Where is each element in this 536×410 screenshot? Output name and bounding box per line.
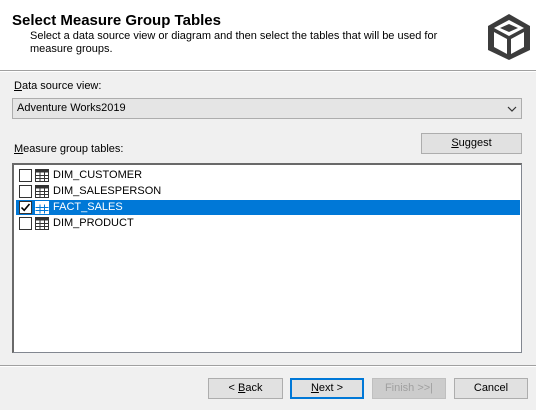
list-item-label: FACT_SALES bbox=[53, 201, 123, 213]
cancel-button[interactable]: Cancel bbox=[454, 378, 528, 399]
suggest-button[interactable]: Suggest bbox=[421, 133, 522, 154]
back-button[interactable]: < Back bbox=[208, 378, 283, 399]
data-source-view-combobox[interactable]: Adventure Works2019 bbox=[12, 98, 522, 119]
list-item[interactable]: DIM_SALESPERSON bbox=[16, 184, 520, 199]
finish-button[interactable]: Finish >>| bbox=[372, 378, 446, 399]
chevron-down-icon[interactable] bbox=[506, 103, 518, 115]
table-icon bbox=[35, 169, 49, 182]
table-icon bbox=[35, 185, 49, 198]
data-source-view-value: Adventure Works2019 bbox=[17, 102, 126, 114]
list-item[interactable]: FACT_SALES bbox=[16, 200, 520, 215]
page-description: Select a data source view or diagram and… bbox=[30, 30, 438, 55]
wizard-header: Select Measure Group Tables Select a dat… bbox=[0, 0, 536, 70]
measure-group-tables-list[interactable]: DIM_CUSTOMER DIM_SALESPERSON FACT_SALES … bbox=[12, 163, 522, 353]
checkbox-icon[interactable] bbox=[19, 185, 32, 198]
checkbox-icon[interactable] bbox=[19, 217, 32, 230]
checkbox-icon[interactable] bbox=[19, 201, 32, 214]
cube-logo-icon bbox=[488, 14, 530, 60]
next-button[interactable]: Next > bbox=[290, 378, 364, 399]
list-item-label: DIM_CUSTOMER bbox=[53, 169, 143, 181]
measure-group-tables-label: Measure group tables: bbox=[14, 143, 124, 155]
data-source-view-label: Data source view: bbox=[14, 80, 102, 92]
page-title: Select Measure Group Tables bbox=[12, 12, 221, 29]
checkbox-icon[interactable] bbox=[19, 169, 32, 182]
table-icon bbox=[35, 201, 49, 214]
header-divider bbox=[0, 70, 536, 72]
list-item-label: DIM_PRODUCT bbox=[53, 217, 134, 229]
list-item-label: DIM_SALESPERSON bbox=[53, 185, 162, 197]
list-item[interactable]: DIM_CUSTOMER bbox=[16, 168, 520, 183]
list-item[interactable]: DIM_PRODUCT bbox=[16, 216, 520, 231]
table-icon bbox=[35, 217, 49, 230]
footer-divider bbox=[0, 365, 536, 367]
